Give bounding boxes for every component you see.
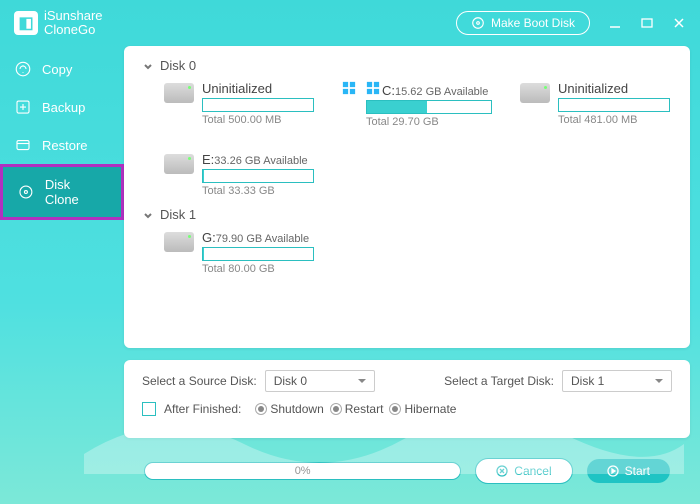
sidebar-item-restore[interactable]: Restore (0, 126, 124, 164)
usage-bar (202, 98, 314, 112)
partition-label: G: (202, 230, 216, 245)
partition[interactable]: Uninitialized Total 500.00 MB (164, 81, 314, 128)
sidebar-item-backup[interactable]: Backup (0, 88, 124, 126)
sidebar-item-label: Copy (42, 62, 72, 77)
sidebar-item-label: Restore (42, 138, 88, 153)
disk-name: Disk 0 (160, 58, 196, 73)
sidebar-item-label: Backup (42, 100, 85, 115)
sidebar-item-copy[interactable]: Copy (0, 50, 124, 88)
partition-total: Total 29.70 GB (366, 116, 492, 128)
app-logo: ◧ iSunshareCloneGo (14, 9, 103, 38)
usage-bar (366, 100, 492, 114)
partition-available: 79.90 GB Available (216, 233, 309, 245)
disk-icon (164, 232, 194, 252)
disk-icon (520, 83, 550, 103)
brand-line2: CloneGo (44, 22, 95, 37)
restore-icon (14, 136, 32, 154)
partition-label: Uninitialized (202, 81, 272, 96)
minimize-button[interactable] (608, 16, 622, 30)
sidebar-item-label: Disk Clone (45, 177, 107, 207)
partition[interactable]: E:33.26 GB Available Total 33.33 GB (164, 152, 314, 197)
partition-total: Total 33.33 GB (202, 185, 314, 197)
logo-icon: ◧ (14, 11, 38, 35)
partition-total: Total 500.00 MB (202, 114, 314, 126)
partition[interactable]: G:79.90 GB Available Total 80.00 GB (164, 230, 314, 275)
sidebar-item-disk-clone[interactable]: Disk Clone (0, 164, 124, 220)
disc-icon (471, 16, 485, 30)
windows-icon (366, 81, 380, 95)
chevron-down-icon (142, 209, 154, 221)
usage-bar (202, 247, 314, 261)
disk-icon (164, 154, 194, 174)
partition-available: 33.26 GB Available (214, 155, 307, 167)
target-disk-select[interactable]: Disk 1 (562, 370, 672, 392)
partition-total: Total 481.00 MB (558, 114, 670, 126)
source-disk-select[interactable]: Disk 0 (265, 370, 375, 392)
disk-header[interactable]: Disk 0 (142, 58, 672, 73)
usage-bar (202, 169, 314, 183)
brand-line1: iSunshare (44, 8, 103, 23)
make-boot-disk-button[interactable]: Make Boot Disk (456, 11, 590, 35)
make-boot-label: Make Boot Disk (491, 16, 575, 30)
partition-available: 15.62 GB Available (395, 86, 488, 98)
partition-total: Total 80.00 GB (202, 263, 314, 275)
chevron-down-icon (142, 60, 154, 72)
disk-list-panel: Disk 0 Uninitialized Total 500.00 MB C:1… (124, 46, 690, 348)
maximize-button[interactable] (640, 16, 654, 30)
partition-label: C: (382, 83, 395, 98)
copy-icon (14, 60, 32, 78)
usage-bar (558, 98, 670, 112)
windows-icon (342, 81, 356, 95)
disk-header[interactable]: Disk 1 (142, 207, 672, 222)
disk-icon (164, 83, 194, 103)
partition[interactable]: Uninitialized Total 481.00 MB (520, 81, 670, 128)
partition-label: E: (202, 152, 214, 167)
partition-label: Uninitialized (558, 81, 628, 96)
disk-name: Disk 1 (160, 207, 196, 222)
backup-icon (14, 98, 32, 116)
disk-clone-icon (17, 183, 35, 201)
close-button[interactable] (672, 16, 686, 30)
partition[interactable]: C:15.62 GB Available Total 29.70 GB (342, 81, 492, 128)
background-decoration (84, 384, 684, 474)
